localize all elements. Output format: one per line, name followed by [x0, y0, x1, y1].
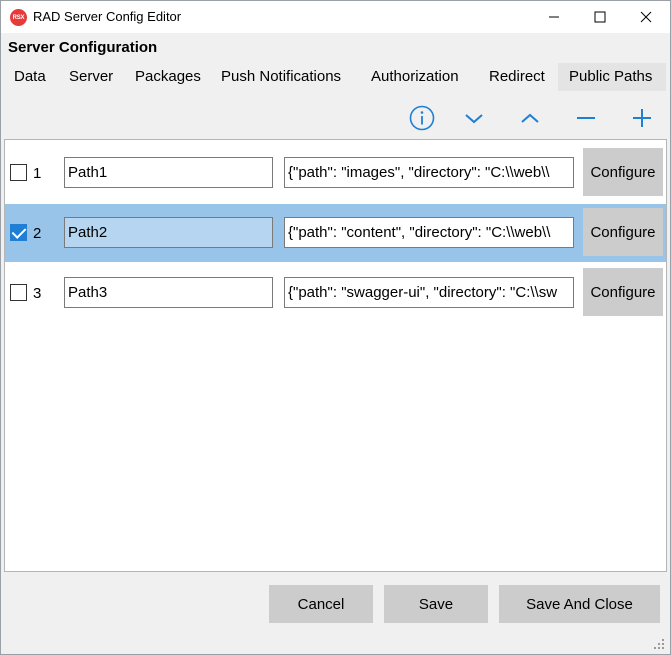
minimize-icon: [549, 16, 559, 18]
window-title: RAD Server Config Editor: [33, 9, 182, 24]
chevron-down-icon: [465, 114, 483, 124]
list-item[interactable]: 3 Path3 {"path": "swagger-ui", "director…: [5, 264, 666, 322]
row-checkbox[interactable]: [10, 284, 27, 301]
row-number: 3: [33, 285, 42, 302]
row-number: 1: [33, 165, 42, 182]
configure-button[interactable]: Configure: [583, 208, 663, 256]
path-name-input[interactable]: Path2: [64, 217, 273, 248]
close-icon: [640, 11, 652, 23]
list-item[interactable]: 1 Path1 {"path": "images", "directory": …: [5, 144, 666, 202]
tab-bar: Data Server Packages Push Notifications …: [3, 63, 668, 91]
minus-icon: [577, 117, 595, 119]
title-bar[interactable]: RSX RAD Server Config Editor: [1, 1, 670, 33]
remove-button[interactable]: [572, 104, 600, 132]
path-name-input[interactable]: Path1: [64, 157, 273, 188]
plus-icon: [633, 109, 651, 127]
add-button[interactable]: [628, 104, 656, 132]
info-button[interactable]: [408, 104, 436, 132]
resize-grip-icon[interactable]: [654, 639, 664, 649]
tab-public-paths[interactable]: Public Paths: [558, 63, 666, 91]
row-checkbox[interactable]: [10, 224, 27, 241]
path-json-input[interactable]: {"path": "swagger-ui", "directory": "C:\…: [284, 277, 574, 308]
tab-data[interactable]: Data: [3, 63, 57, 91]
app-window: RSX RAD Server Config Editor Server Conf…: [0, 0, 671, 655]
cancel-button[interactable]: Cancel: [269, 585, 373, 623]
path-name-input[interactable]: Path3: [64, 277, 273, 308]
section-title: Server Configuration: [8, 39, 158, 56]
minimize-button[interactable]: [531, 1, 577, 33]
tab-authorization[interactable]: Authorization: [360, 63, 470, 91]
configure-button[interactable]: Configure: [583, 148, 663, 196]
list-item[interactable]: 2 Path2 {"path": "content", "directory":…: [5, 204, 666, 262]
tab-server[interactable]: Server: [58, 63, 124, 91]
maximize-button[interactable]: [577, 1, 623, 33]
move-up-button[interactable]: [516, 104, 544, 132]
save-and-close-button[interactable]: Save And Close: [499, 585, 660, 623]
app-logo-icon: RSX: [10, 9, 27, 26]
public-paths-list[interactable]: 1 Path1 {"path": "images", "directory": …: [4, 139, 667, 572]
path-json-input[interactable]: {"path": "content", "directory": "C:\\we…: [284, 217, 574, 248]
chevron-up-icon: [521, 113, 539, 123]
path-json-input[interactable]: {"path": "images", "directory": "C:\\web…: [284, 157, 574, 188]
info-icon: [409, 105, 435, 131]
row-checkbox[interactable]: [10, 164, 27, 181]
close-button[interactable]: [623, 1, 669, 33]
maximize-icon: [594, 11, 606, 23]
tab-push-notifications[interactable]: Push Notifications: [210, 63, 352, 91]
tab-packages[interactable]: Packages: [124, 63, 212, 91]
save-button[interactable]: Save: [384, 585, 488, 623]
row-number: 2: [33, 225, 42, 242]
configure-button[interactable]: Configure: [583, 268, 663, 316]
tab-redirect[interactable]: Redirect: [478, 63, 556, 91]
move-down-button[interactable]: [460, 104, 488, 132]
